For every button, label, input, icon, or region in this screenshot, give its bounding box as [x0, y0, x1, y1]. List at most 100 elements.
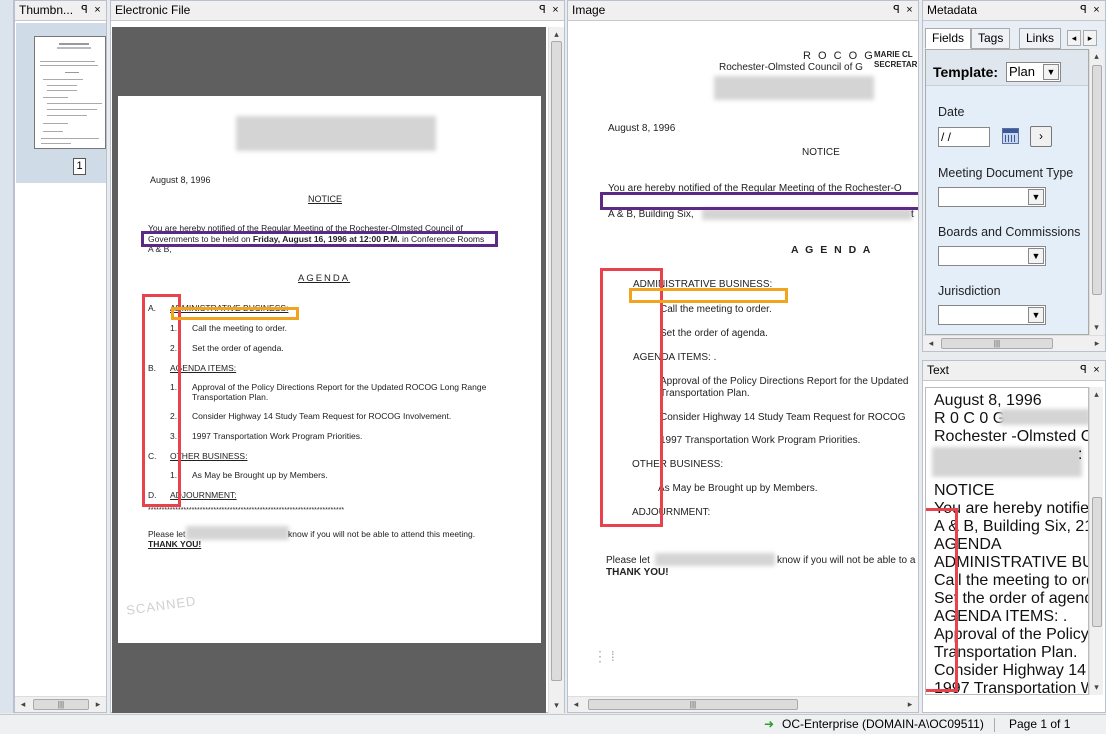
- text-pane-title: Text: [927, 363, 950, 377]
- doc-please-b: know if you will not be able to attend t…: [288, 529, 476, 539]
- chevron-down-icon[interactable]: ▼: [1028, 248, 1044, 264]
- chevron-down-icon[interactable]: ▼: [1028, 189, 1044, 205]
- tab-scroll-right-icon[interactable]: ▸: [1083, 30, 1097, 46]
- pin-icon[interactable]: ꟼ: [1077, 1, 1090, 20]
- scroll-thumb[interactable]: |||: [941, 338, 1053, 349]
- tab-fields[interactable]: Fields: [925, 28, 972, 49]
- pin-icon[interactable]: ꟼ: [890, 1, 903, 20]
- scroll-thumb[interactable]: [1092, 497, 1102, 627]
- img-para-line3: A & B, Building Six,: [608, 209, 694, 220]
- text-pane: Text ꟼ × August 8, 1996 R 0 C 0 G Rochest…: [922, 360, 1106, 713]
- img-c1: As May be Brought up by Members.: [658, 483, 818, 494]
- img-b1-line2: Transportation Plan.: [660, 388, 750, 399]
- ocr-text-area[interactable]: August 8, 1996 R 0 C 0 G Rochester -Olms…: [925, 387, 1089, 695]
- scroll-right-icon[interactable]: ▸: [904, 697, 916, 712]
- ocr-line: August 8, 1996: [934, 392, 1042, 409]
- highlight-box-orange: [629, 288, 788, 303]
- boards-commissions-select[interactable]: ▼: [938, 246, 1046, 266]
- doc-b2: Consider Highway 14 Study Team Request f…: [192, 411, 452, 421]
- scanned-stamp: SCANNED: [125, 593, 198, 618]
- pin-icon[interactable]: ꟼ: [78, 1, 91, 20]
- doc-a1: Call the meeting to order.: [192, 323, 287, 333]
- scroll-up-icon[interactable]: ▴: [1090, 389, 1103, 400]
- metadata-pane-title: Metadata: [927, 3, 978, 17]
- doc-b1-line2: Transportation Plan.: [192, 392, 269, 402]
- doc-c-head: OTHER BUSINESS:: [170, 451, 248, 461]
- left-edge-strip: [0, 0, 14, 713]
- scroll-right-icon[interactable]: ▸: [1091, 336, 1103, 351]
- chevron-down-icon[interactable]: ▼: [1043, 64, 1059, 80]
- date-next-button[interactable]: ›: [1030, 126, 1052, 147]
- metadata-pane: Metadata ꟼ × Fields Tags Links ◂ ▸ Templa…: [922, 0, 1106, 352]
- scroll-thumb[interactable]: |||: [588, 699, 798, 710]
- scroll-thumb[interactable]: |||: [33, 699, 89, 710]
- scroll-thumb[interactable]: [1092, 65, 1102, 295]
- pin-icon[interactable]: ꟼ: [1077, 361, 1090, 380]
- close-icon[interactable]: ×: [549, 1, 562, 20]
- template-select[interactable]: Plan ▼: [1006, 62, 1061, 82]
- highlight-box-red: [926, 508, 958, 692]
- tab-links[interactable]: Links: [1019, 28, 1062, 49]
- doc-notice: NOTICE: [308, 194, 343, 204]
- doc-date: August 8, 1996: [150, 175, 211, 185]
- metadata-pane-header: Metadata ꟼ ×: [923, 1, 1105, 21]
- calendar-icon[interactable]: [1002, 128, 1019, 144]
- scroll-left-icon[interactable]: ◂: [925, 336, 937, 351]
- status-bar: ➜ OC-Enterprise (DOMAIN-A\OC09511) Page …: [0, 714, 1106, 734]
- doc-a2: Set the order of agenda.: [192, 343, 284, 353]
- ocr-line: :: [1078, 446, 1083, 463]
- jurisdiction-select[interactable]: ▼: [938, 305, 1046, 325]
- close-icon[interactable]: ×: [1090, 1, 1103, 20]
- text-vscroll[interactable]: ▴ ▾: [1089, 387, 1103, 695]
- close-icon[interactable]: ×: [903, 1, 916, 20]
- scan-mark: ⋮ ⁞: [593, 648, 615, 664]
- image-hscroll[interactable]: ◂ ||| ▸: [568, 696, 918, 712]
- electronic-vscroll[interactable]: ▴ ▾: [548, 27, 564, 713]
- scroll-thumb[interactable]: [551, 41, 562, 681]
- page-thumbnail[interactable]: [34, 36, 106, 149]
- status-divider: [994, 718, 995, 732]
- electronic-file-pane: Electronic File ꟼ × August 8, 1996 NOTICE…: [110, 0, 565, 713]
- image-viewport[interactable]: R O C O G Rochester-Olmsted Council of G…: [569, 22, 918, 696]
- chevron-down-icon[interactable]: ▼: [1028, 307, 1044, 323]
- highlight-box-purple: [141, 231, 498, 247]
- metadata-hscroll[interactable]: ◂ ||| ▸: [923, 335, 1105, 351]
- ocr-line: NOTICE: [934, 482, 995, 499]
- document-viewport[interactable]: August 8, 1996 NOTICE You are hereby not…: [112, 27, 546, 713]
- img-marie: MARIE CL: [874, 50, 913, 59]
- scroll-left-icon[interactable]: ◂: [570, 697, 582, 712]
- jurisdiction-label: Jurisdiction: [938, 284, 1001, 298]
- tab-scroll-left-icon[interactable]: ◂: [1067, 30, 1081, 46]
- scroll-up-icon[interactable]: ▴: [1090, 51, 1103, 62]
- img-agenda: A G E N D A: [791, 244, 873, 256]
- img-b1-line1: Approval of the Policy Directions Report…: [660, 376, 909, 387]
- metadata-vscroll[interactable]: ▴ ▾: [1089, 49, 1103, 335]
- date-label: Date: [938, 105, 965, 119]
- scroll-up-icon[interactable]: ▴: [549, 29, 564, 40]
- scroll-down-icon[interactable]: ▾: [549, 700, 564, 711]
- ocr-line: R 0 C 0 G: [934, 410, 1006, 427]
- meeting-document-type-select[interactable]: ▼: [938, 187, 1046, 207]
- text-pane-header: Text ꟼ ×: [923, 361, 1105, 381]
- tab-tags[interactable]: Tags: [971, 28, 1011, 49]
- date-field[interactable]: / /: [938, 127, 990, 147]
- pin-icon[interactable]: ꟼ: [536, 1, 549, 20]
- img-a2: Set the order of agenda.: [660, 328, 768, 339]
- doc-please-a: Please let: [148, 529, 186, 539]
- highlight-box-red: [600, 268, 663, 527]
- thumbnail-item[interactable]: 1: [16, 23, 106, 183]
- scroll-down-icon[interactable]: ▾: [1090, 682, 1103, 693]
- scroll-right-icon[interactable]: ▸: [92, 697, 104, 712]
- highlight-box-red: [142, 294, 181, 507]
- scroll-down-icon[interactable]: ▾: [1090, 322, 1103, 333]
- img-para-tail: t: [911, 209, 914, 220]
- img-notice: NOTICE: [802, 147, 840, 158]
- thumbnails-hscroll[interactable]: ◂ ||| ▸: [15, 696, 106, 712]
- image-pane: Image ꟼ × R O C O G Rochester-Olmsted Cou…: [567, 0, 919, 713]
- scanned-page: August 8, 1996 NOTICE You are hereby not…: [118, 96, 541, 643]
- date-value: / /: [941, 130, 952, 144]
- close-icon[interactable]: ×: [1090, 361, 1103, 380]
- scroll-left-icon[interactable]: ◂: [17, 697, 29, 712]
- close-icon[interactable]: ×: [91, 1, 104, 20]
- doc-c1: As May be Brought up by Members.: [192, 470, 328, 480]
